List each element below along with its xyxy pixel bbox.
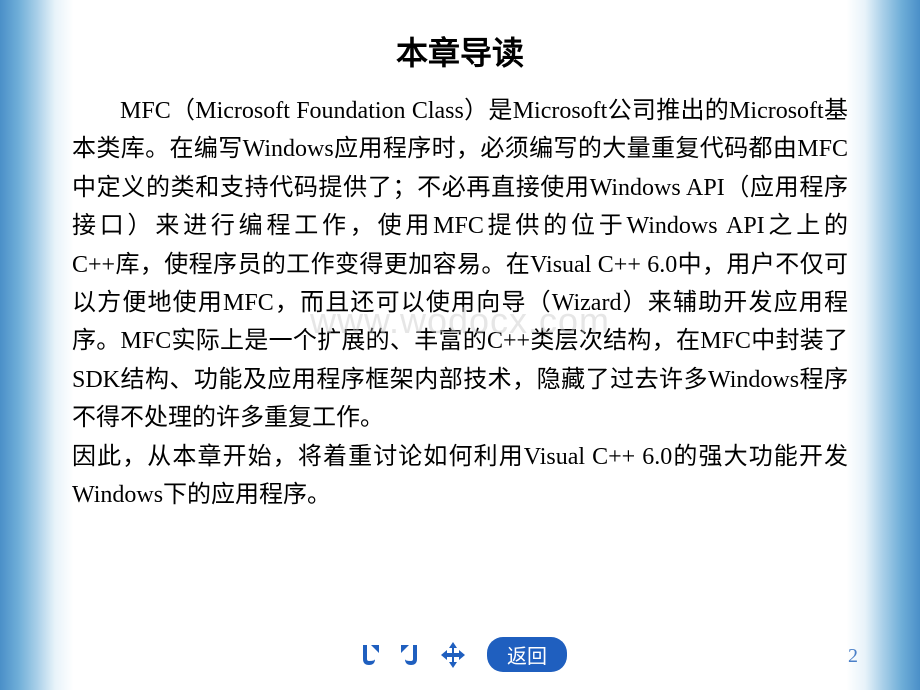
content-area: MFC（Microsoft Foundation Class）是Microsof… [0, 92, 920, 514]
move-arrows-icon [438, 640, 468, 670]
nav-move-button[interactable] [437, 640, 469, 670]
nav-prev-button[interactable] [353, 640, 385, 670]
page-number: 2 [848, 645, 858, 668]
slide-container: 本章导读 MFC（Microsoft Foundation Class）是Mic… [0, 0, 920, 690]
slide-title: 本章导读 [0, 0, 920, 92]
body-paragraph-1: MFC（Microsoft Foundation Class）是Microsof… [72, 92, 848, 438]
body-paragraph-2: 因此，从本章开始，将着重讨论如何利用Visual C++ 6.0的强大功能开发W… [72, 438, 848, 515]
u-turn-left-icon [355, 641, 383, 669]
return-button[interactable]: 返回 [487, 637, 567, 672]
nav-bar: 返回 [0, 637, 920, 672]
slide-inner: 本章导读 MFC（Microsoft Foundation Class）是Mic… [0, 0, 920, 690]
u-turn-right-icon [397, 641, 425, 669]
nav-next-button[interactable] [395, 640, 427, 670]
